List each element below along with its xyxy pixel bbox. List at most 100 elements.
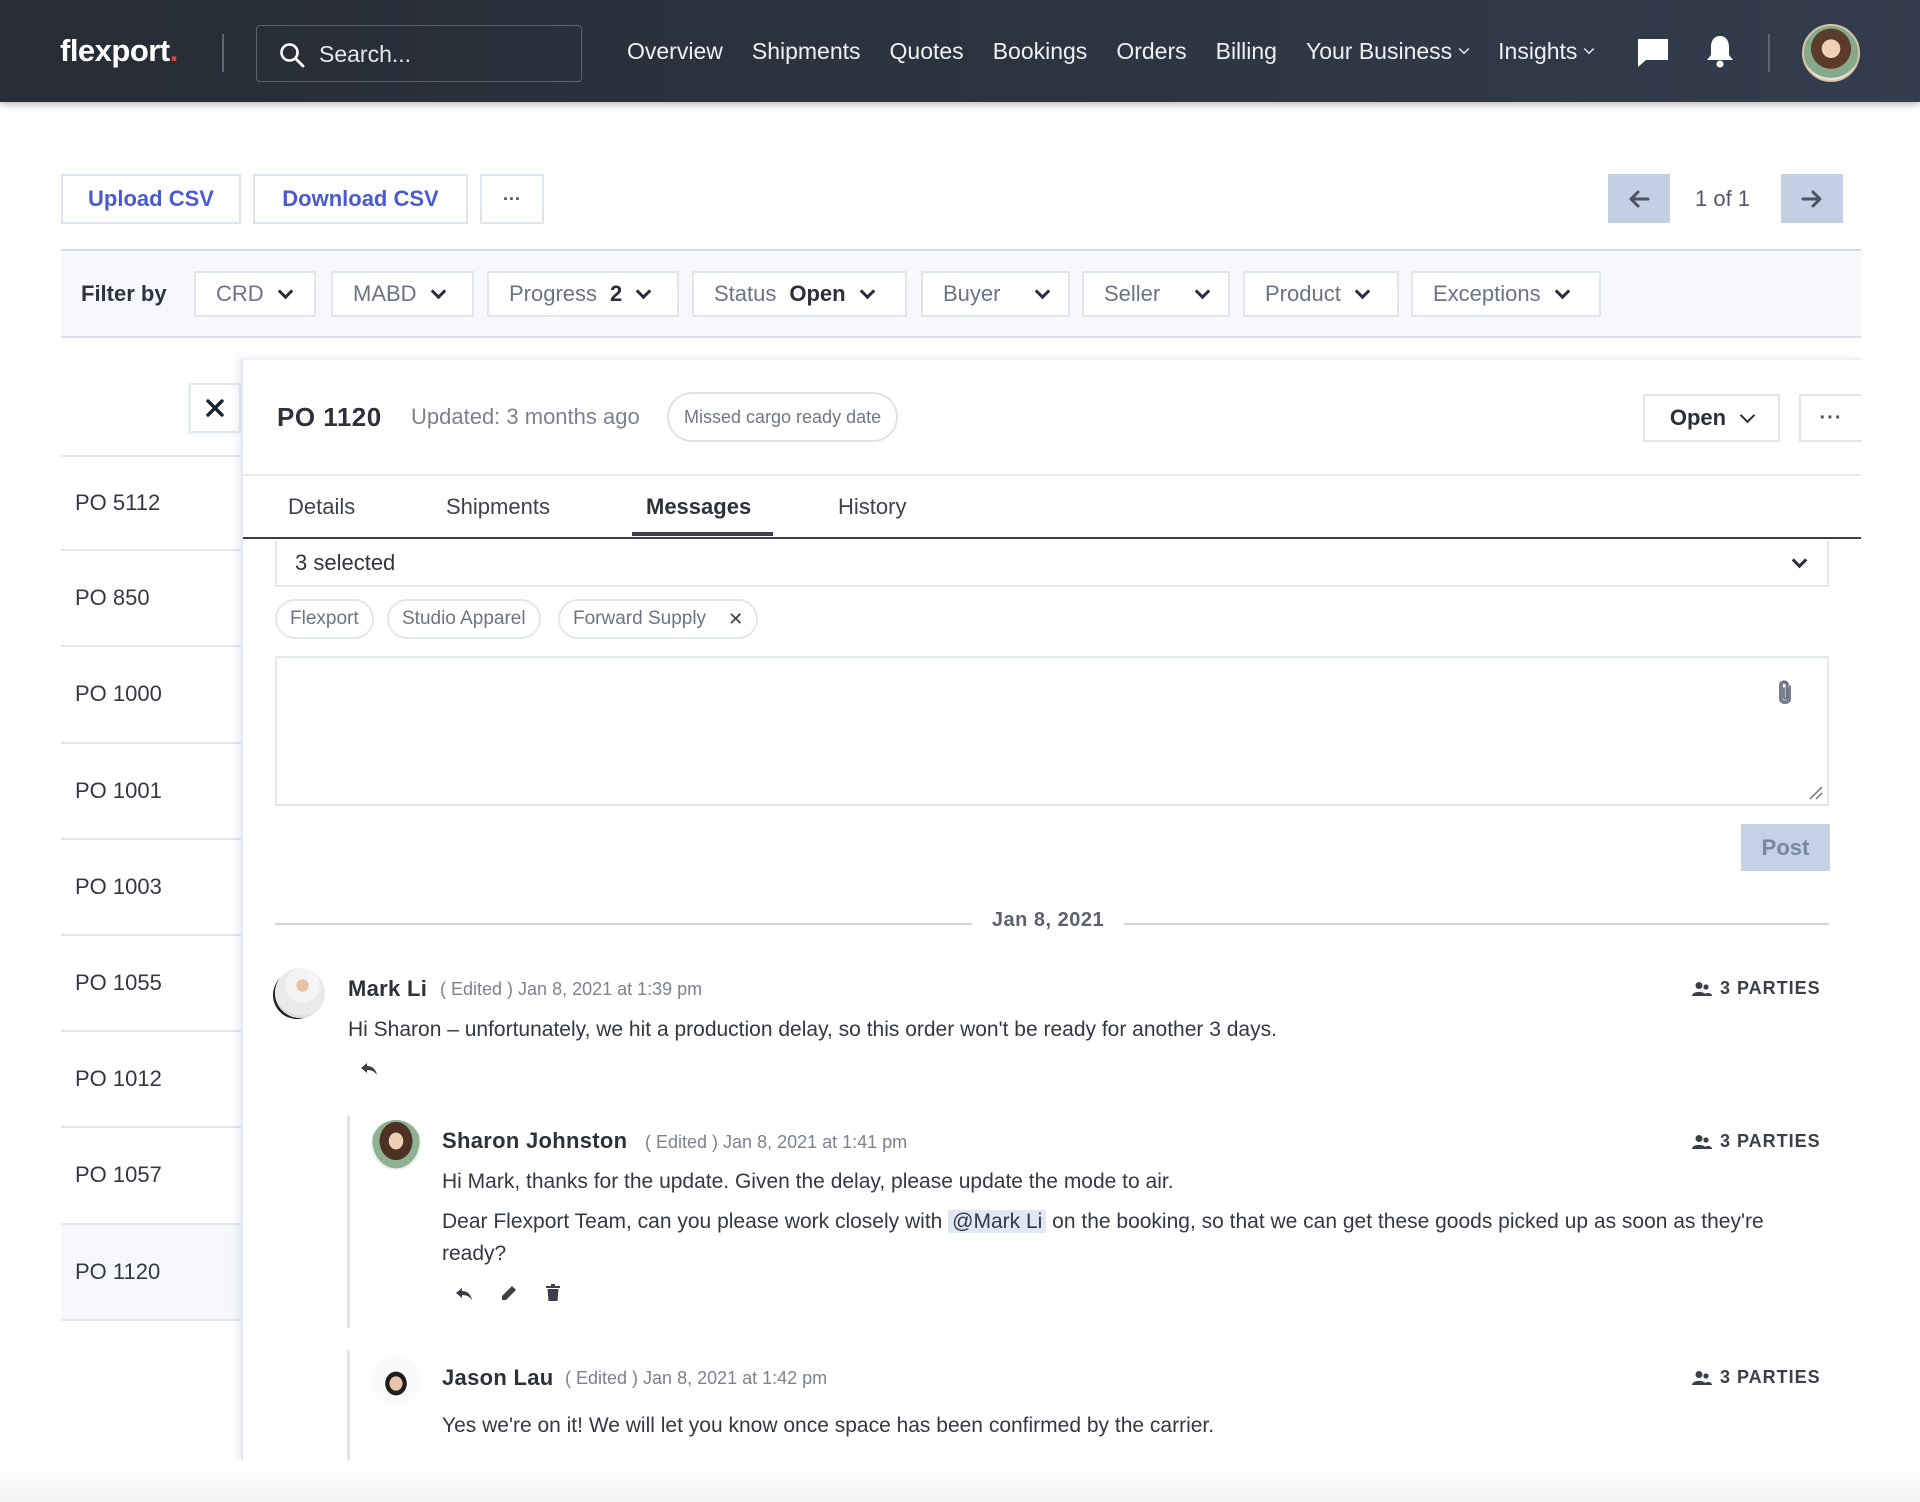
recipient-label: Flexport [290,608,359,629]
parties-count: 3 PARTIES [1720,1131,1821,1151]
po-list-item[interactable]: PO 1012 [61,1032,241,1129]
filter-label: Filter by [81,281,167,306]
po-list-item[interactable]: PO 1000 [61,647,241,744]
po-title: PO 1120 [277,402,382,432]
date-divider-text: Jan 8, 2021 [971,909,1125,931]
filter-buyer[interactable]: Buyer [921,271,1070,317]
exception-badge: Missed cargo ready date [667,392,899,442]
po-detail-panel: PO 1120 Updated: 3 months ago Missed car… [241,358,1861,1460]
arrow-right-icon [1801,190,1822,207]
po-more-button[interactable]: ··· [1799,394,1861,442]
users-icon [1692,1370,1712,1385]
users-icon [1692,981,1712,996]
edit-icon[interactable] [501,1285,517,1301]
filter-name: Buyer [943,281,1001,306]
nav-bookings[interactable]: Bookings [993,38,1088,65]
attachment-icon[interactable] [1777,680,1793,706]
post-button[interactable]: Post [1741,824,1830,871]
chevron-down-icon [1584,43,1595,54]
nav-divider [222,34,224,72]
filter-crd[interactable]: CRD [194,271,316,317]
po-list-item[interactable]: PO 850 [61,551,241,648]
delete-icon[interactable] [546,1284,560,1301]
logo-text: flexport [60,33,170,68]
flexport-logo[interactable]: flexport. [60,33,178,69]
filter-name: Seller [1104,281,1161,306]
message-input[interactable] [277,658,1827,804]
nav-billing[interactable]: Billing [1216,38,1277,65]
tab-messages[interactable]: Messages [646,494,751,520]
filter-progress[interactable]: Progress 2 [487,271,679,317]
filter-exceptions[interactable]: Exceptions [1411,271,1601,317]
po-list-item[interactable]: PO 1003 [61,840,241,936]
resize-handle-icon[interactable] [1807,784,1823,800]
body-text: Dear Flexport Team, can you please work … [442,1210,949,1233]
filter-product[interactable]: Product [1243,271,1399,317]
parties-count: 3 PARTIES [1720,1367,1821,1387]
po-number: PO 1001 [75,777,162,803]
filter-seller[interactable]: Seller [1082,271,1230,317]
download-csv-button[interactable]: Download CSV [253,174,468,224]
user-avatar[interactable] [1802,24,1860,82]
arrow-left-icon [1629,190,1650,207]
nav-label: Bookings [992,38,1088,64]
main-nav: Overview Shipments Quotes Bookings Order… [627,38,1623,65]
tab-details[interactable]: Details [288,494,355,520]
upload-csv-button[interactable]: Upload CSV [61,174,241,224]
message-meta: ( Edited ) Jan 8, 2021 at 1:41 pm [645,1132,907,1153]
status-dropdown[interactable]: Open [1643,394,1780,442]
message-timestamp: Jan 8, 2021 at 1:39 pm [518,979,703,999]
search-icon [280,43,305,68]
nav-orders[interactable]: Orders [1116,38,1186,65]
filter-mabd[interactable]: MABD [331,271,474,317]
reply-icon[interactable] [455,1287,473,1301]
chevron-down-icon [1034,283,1051,299]
message-meta: ( Edited ) Jan 8, 2021 at 1:42 pm [565,1368,827,1389]
bell-icon[interactable] [1706,34,1734,68]
search-box[interactable] [256,25,582,82]
recipient-pill: Forward Supply ✕ [558,599,759,639]
nav-shipments[interactable]: Shipments [752,38,861,65]
nav-label: Shipments [751,38,861,64]
more-actions-button[interactable]: ··· [480,174,544,224]
parties-badge[interactable]: 3 PARTIES [1692,1367,1821,1388]
message-timestamp: Jan 8, 2021 at 1:41 pm [723,1132,908,1152]
nav-label: Quotes [889,38,964,64]
chevron-down-icon [859,283,875,299]
edited-label: ( Edited ) [645,1132,719,1152]
tab-shipments[interactable]: Shipments [446,494,550,520]
nav-label: Overview [627,38,723,64]
po-number: PO 1012 [75,1066,162,1092]
po-list-item[interactable]: PO 1001 [61,744,241,840]
nav-label: Orders [1116,38,1187,64]
chat-icon[interactable] [1637,38,1669,68]
po-list-item[interactable]: PO 5112 [61,455,241,552]
parties-count: 3 PARTIES [1720,978,1821,998]
next-page-button[interactable] [1781,174,1843,223]
nav-quotes[interactable]: Quotes [890,38,964,65]
close-panel-button[interactable] [189,383,241,433]
po-list-item[interactable]: PO 1057 [61,1128,241,1225]
tab-history[interactable]: History [838,494,906,520]
pager-text: 1 of 1 [1695,186,1751,211]
message-timestamp: Jan 8, 2021 at 1:42 pm [643,1368,828,1388]
message-author: Mark Li [348,976,428,1001]
nav-overview[interactable]: Overview [627,38,723,65]
message-author: Jason Lau [442,1365,554,1390]
nav-insights[interactable]: Insights [1498,38,1595,65]
recipients-select[interactable]: 3 selected [275,541,1829,587]
recipients-summary: 3 selected [295,550,396,575]
reply-icon[interactable] [360,1062,378,1076]
parties-badge[interactable]: 3 PARTIES [1692,1131,1821,1152]
prev-page-button[interactable] [1608,174,1670,223]
user-mention[interactable]: @Mark Li [948,1210,1047,1233]
message-composer [275,656,1829,806]
search-input[interactable] [319,38,569,70]
filter-status[interactable]: Status Open [692,271,907,317]
po-list-item[interactable]: PO 1055 [61,936,241,1033]
po-list-item-active[interactable]: PO 1120 [61,1224,241,1321]
remove-recipient-icon[interactable]: ✕ [728,609,743,630]
parties-badge[interactable]: 3 PARTIES [1692,978,1821,999]
message-body-line: Dear Flexport Team, can you please work … [442,1206,1832,1270]
nav-your-business[interactable]: Your Business [1306,38,1470,65]
